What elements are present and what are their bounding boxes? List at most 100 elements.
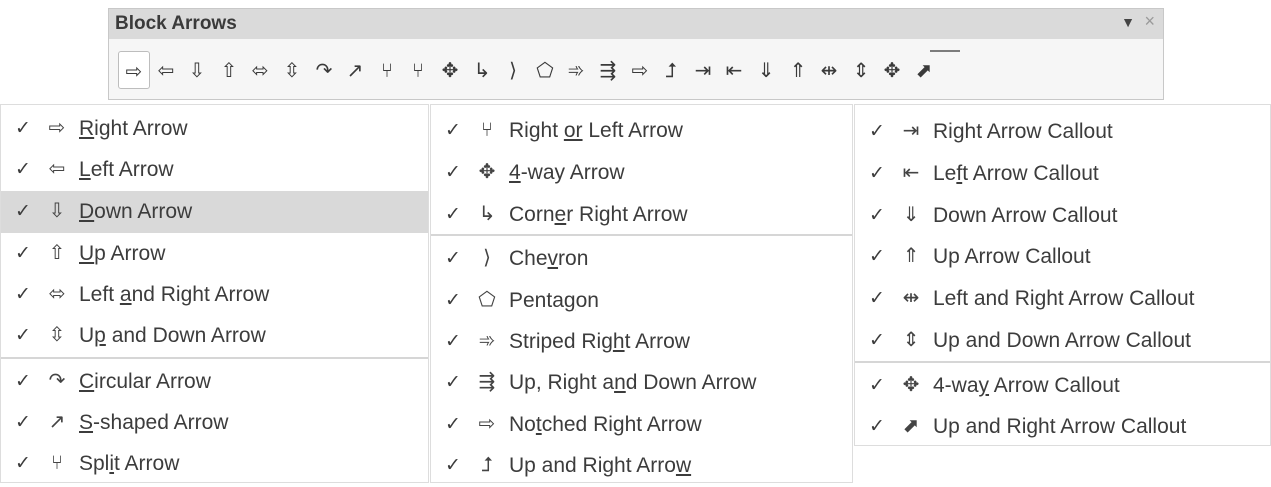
menu-item[interactable]: ✓ ⇦ Left Arrow <box>1 149 428 191</box>
toolbar-split-arrow-button[interactable]: ⑂ <box>371 51 403 89</box>
toolbar-up-and-right-arrow-button[interactable]: ⮥ <box>655 51 687 89</box>
check-icon: ✓ <box>445 454 461 476</box>
circular-arrow-icon: ↷ <box>48 368 66 392</box>
menu-item[interactable]: ✓ ↳ Corner Right Arrow <box>431 194 852 236</box>
menu-item[interactable]: ✓ ⇓ Down Arrow Callout <box>855 195 1270 237</box>
check-icon: ✓ <box>445 119 461 141</box>
toolbar-s-shaped-arrow-button[interactable]: ↗ <box>339 51 371 89</box>
s-shaped-arrow-icon: ↗ <box>48 409 66 433</box>
menu-separator <box>1 357 428 359</box>
toolbar-right-arrow-button[interactable]: ⇨ <box>118 51 150 89</box>
toolbar-4-way-arrow-callout-button[interactable]: ✥ <box>876 51 908 89</box>
check-icon: ✓ <box>15 200 31 222</box>
menu-item[interactable]: ✓ ↷ Circular Arrow <box>1 361 428 403</box>
toolbar-corner-right-arrow-button[interactable]: ↳ <box>466 51 498 89</box>
toolbar-up-down-arrow-callout-button[interactable]: ⇕ <box>845 51 877 89</box>
toolbar-notched-right-arrow-button[interactable]: ⇨ <box>624 51 656 89</box>
menu-item[interactable]: ✓ ⇩ Down Arrow <box>1 191 428 233</box>
toolbar-focus-underline <box>930 50 960 52</box>
menu-item[interactable]: ✓ ➾ Striped Right Arrow <box>431 321 852 363</box>
menu-item[interactable]: ✓ ⇹ Left and Right Arrow Callout <box>855 278 1270 320</box>
menu-item[interactable]: ✓ ⇳ Up and Down Arrow <box>1 315 428 357</box>
menu-item[interactable]: ✓ ⇥ Right Arrow Callout <box>855 111 1270 153</box>
toolbar-pentagon-button[interactable]: ⬠ <box>529 51 561 89</box>
menu-item-label: Right Arrow Callout <box>933 120 1113 143</box>
4-way-arrow-icon: ✥ <box>478 159 496 183</box>
check-icon: ✓ <box>15 242 31 264</box>
toolbar-up-down-arrow-button[interactable]: ⇳ <box>276 51 308 89</box>
menu-item[interactable]: ✓ ⑂ Split Arrow <box>1 443 428 485</box>
toolbar-left-right-arrow-button[interactable]: ⬄ <box>244 51 276 89</box>
menu-item[interactable]: ✓ ⇨ Right Arrow <box>1 108 428 150</box>
menu-item[interactable]: ✓ ⇧ Up Arrow <box>1 233 428 275</box>
up-down-arrow-icon: ⇳ <box>48 322 66 346</box>
toolbar-down-arrow-callout-button[interactable]: ⇓ <box>750 51 782 89</box>
menu-item[interactable]: ✓ ⇨ Notched Right Arrow <box>431 404 852 446</box>
menu-separator <box>855 361 1270 363</box>
toolbar-circular-arrow-button[interactable]: ↷ <box>308 51 340 89</box>
menu-item[interactable]: ✓ ⬈ Up and Right Arrow Callout <box>855 406 1270 448</box>
left-right-arrow-callout-icon: ⇹ <box>902 285 920 309</box>
check-icon: ✓ <box>15 452 31 474</box>
left-arrow-callout-icon: ⇤ <box>902 160 920 184</box>
menu-item-label: Notched Right Arrow <box>509 413 702 436</box>
menu-item[interactable]: ✓ ⬄ Left and Right Arrow <box>1 274 428 316</box>
menu-item-label: Left and Right Arrow <box>79 283 270 306</box>
menu-item[interactable]: ✓ ⟩ Chevron <box>431 238 852 280</box>
check-icon: ✓ <box>869 415 885 437</box>
menu-item-label: Down Arrow Callout <box>933 204 1118 227</box>
menu-column-2: ✓ ⑂ Right or Left Arrow ✓ ✥ 4-way Arrow ✓ ↳ Corn… <box>430 104 853 483</box>
menu-item-label: Left Arrow Callout <box>933 162 1099 185</box>
toolbar-right-arrow-callout-button[interactable]: ⇥ <box>687 51 719 89</box>
close-icon[interactable]: × <box>1144 11 1155 32</box>
menu-item[interactable]: ✓ ⇕ Up and Down Arrow Callout <box>855 320 1270 362</box>
check-icon: ✓ <box>445 289 461 311</box>
menu-item[interactable]: ✓ ⇑ Up Arrow Callout <box>855 236 1270 278</box>
toolbar-right-or-left-arrow-button[interactable]: ⑂ <box>402 51 434 89</box>
down-arrow-icon: ⇩ <box>48 198 66 222</box>
toolbar-striped-right-arrow-button[interactable]: ➾ <box>560 51 592 89</box>
corner-right-arrow-icon: ↳ <box>478 201 496 225</box>
menu-item[interactable]: ✓ ✥ 4-way Arrow <box>431 152 852 194</box>
toolbar-title-bar[interactable]: Block Arrows ▼ × <box>109 9 1163 39</box>
check-icon: ✓ <box>15 411 31 433</box>
toolbar-4-way-arrow-button[interactable]: ✥ <box>434 51 466 89</box>
check-icon: ✓ <box>15 283 31 305</box>
menu-item[interactable]: ✓ ⮥ Up and Right Arrow <box>431 445 852 487</box>
up-down-arrow-callout-icon: ⇕ <box>902 327 920 351</box>
menu-item-label: Up Arrow Callout <box>933 245 1091 268</box>
right-or-left-arrow-icon: ⑂ <box>481 117 493 141</box>
right-arrow-callout-icon: ⇥ <box>902 118 920 142</box>
block-arrows-toolbar: Block Arrows ▼ × ⇨ ⇦ ⇩ ⇧ ⬄ ⇳ ↷ ↗ ⑂ ⑂ ✥ ↳ ⟩ ⬠ ➾ ⇶ ⇨ ⮥ ⇥ ⇤ ⇓ ⇑ ⇹… <box>108 8 1164 100</box>
toolbar-left-right-arrow-callout-button[interactable]: ⇹ <box>813 51 845 89</box>
check-icon: ✓ <box>445 330 461 352</box>
dropdown-triangle-icon[interactable]: ▼ <box>1121 14 1135 30</box>
toolbar-up-right-down-arrow-button[interactable]: ⇶ <box>592 51 624 89</box>
toolbar-down-arrow-button[interactable]: ⇩ <box>181 51 213 89</box>
menu-item[interactable]: ✓ ⇶ Up, Right and Down Arrow <box>431 362 852 404</box>
toolbar-left-arrow-callout-button[interactable]: ⇤ <box>718 51 750 89</box>
notched-right-arrow-icon: ⇨ <box>478 411 496 435</box>
up-right-down-arrow-icon: ⇶ <box>478 369 496 393</box>
menu-item[interactable]: ✓ ⬠ Pentagon <box>431 280 852 322</box>
check-icon: ✓ <box>15 117 31 139</box>
striped-right-arrow-icon: ➾ <box>478 328 496 352</box>
menu-column-3: ✓ ⇥ Right Arrow Callout ✓ ⇤ Left Arrow Callou… <box>854 104 1271 446</box>
toolbar-up-arrow-button[interactable]: ⇧ <box>213 51 245 89</box>
check-icon: ✓ <box>869 287 885 309</box>
menu-item-label: Up and Down Arrow Callout <box>933 329 1191 352</box>
menu-item-label: Corner Right Arrow <box>509 203 688 226</box>
menu-item[interactable]: ✓ ⇤ Left Arrow Callout <box>855 153 1270 195</box>
menu-item[interactable]: ✓ ✥ 4-way Arrow Callout <box>855 365 1270 407</box>
toolbar-left-arrow-button[interactable]: ⇦ <box>150 51 182 89</box>
menu-item-label: Left Arrow <box>79 158 174 181</box>
check-icon: ✓ <box>445 161 461 183</box>
menu-item-label: Up and Right Arrow <box>509 454 692 477</box>
toolbar-up-right-arrow-callout-button[interactable]: ⬈ <box>908 51 940 89</box>
menu-item[interactable]: ✓ ↗ S-shaped Arrow <box>1 402 428 444</box>
check-icon: ✓ <box>445 203 461 225</box>
menu-item-label: Down Arrow <box>79 200 193 223</box>
toolbar-up-arrow-callout-button[interactable]: ⇑ <box>782 51 814 89</box>
menu-item[interactable]: ✓ ⑂ Right or Left Arrow <box>431 110 852 152</box>
toolbar-chevron-button[interactable]: ⟩ <box>497 51 529 89</box>
